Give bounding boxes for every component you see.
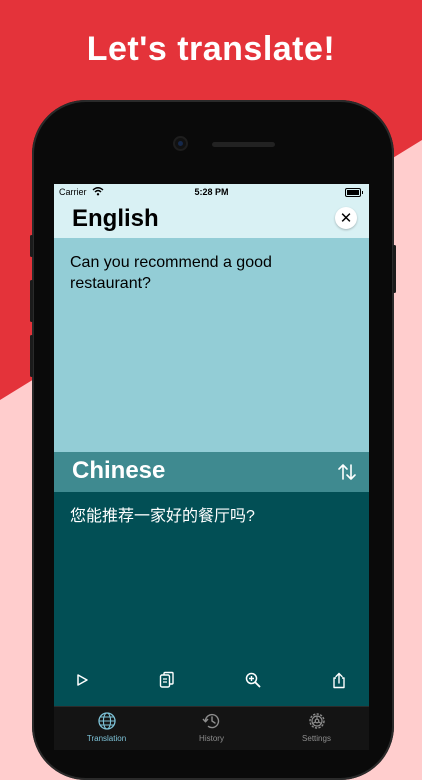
tab-translation-label: Translation (86, 734, 127, 743)
copy-button[interactable] (156, 669, 178, 691)
copy-icon (159, 671, 174, 688)
status-time: 5:28 PM (194, 187, 229, 197)
tab-history[interactable]: History (159, 711, 264, 743)
app-screen: Carrier 5:28 PM English ✕ Can you recomm… (54, 184, 369, 750)
battery-icon (345, 188, 363, 197)
tab-history-label: History (199, 734, 224, 743)
mute-switch (30, 235, 33, 257)
earpiece-speaker (212, 142, 275, 147)
target-text-area: 您能推荐一家好的餐厅吗? (54, 492, 369, 706)
volume-up-button (30, 280, 33, 322)
close-icon: ✕ (339, 210, 353, 227)
play-icon (77, 674, 88, 686)
status-bar: Carrier 5:28 PM (54, 184, 369, 200)
tab-settings[interactable]: Settings (264, 711, 369, 743)
target-language-header[interactable]: Chinese (54, 452, 369, 492)
power-button (393, 245, 396, 293)
front-camera (175, 138, 186, 149)
swap-languages-icon[interactable] (337, 463, 357, 481)
zoom-button[interactable] (242, 669, 264, 691)
source-text-area[interactable]: Can you recommend a good restaurant? (54, 238, 369, 452)
zoom-in-icon (245, 672, 261, 688)
promo-headline: Let's translate! (86, 30, 336, 68)
tab-settings-label: Settings (302, 734, 331, 743)
source-language-label[interactable]: English (72, 205, 159, 233)
volume-down-button (30, 335, 33, 377)
target-language-label[interactable]: Chinese (72, 457, 165, 485)
clear-text-button[interactable]: ✕ (335, 207, 357, 229)
source-text[interactable]: Can you recommend a good restaurant? (70, 252, 310, 294)
source-language-header[interactable]: English ✕ (54, 200, 369, 238)
share-icon (333, 672, 345, 688)
gear-icon (308, 713, 325, 729)
translated-text: 您能推荐一家好的餐厅吗? (70, 508, 255, 525)
tab-bar: Translation History Settings (54, 706, 369, 750)
share-button[interactable] (328, 669, 350, 691)
play-button[interactable] (71, 669, 93, 691)
history-icon (201, 713, 219, 729)
globe-icon (97, 712, 116, 730)
tab-translation[interactable]: Translation (54, 711, 159, 743)
